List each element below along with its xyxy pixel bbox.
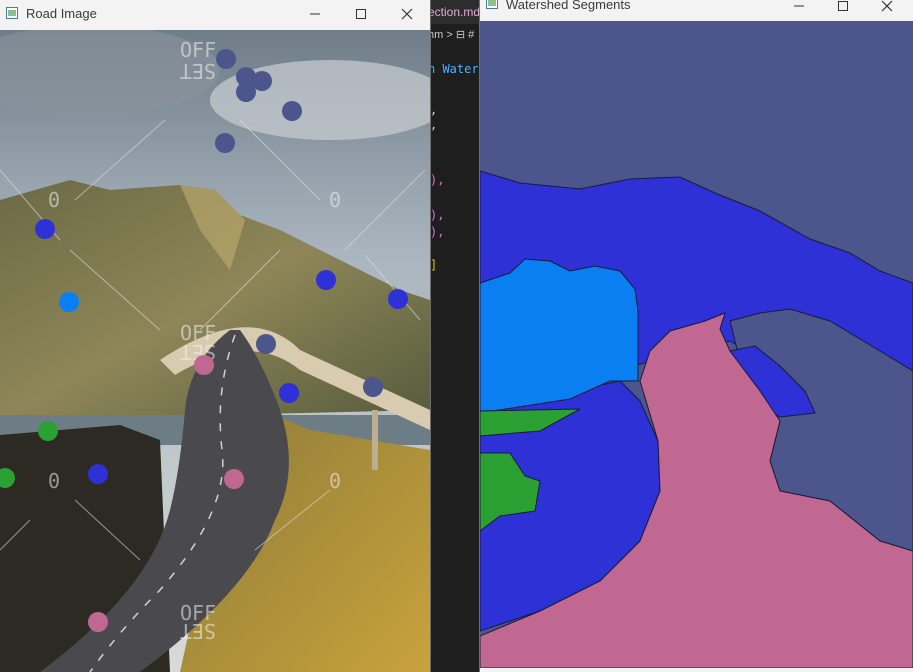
road-image-canvas[interactable]: OFF SET 0 0 OFF SET 0 0 OFF SET <box>0 30 430 672</box>
seed-marker[interactable] <box>59 292 79 312</box>
marker-label: SET <box>180 59 216 83</box>
road-photo: OFF SET 0 0 OFF SET 0 0 OFF SET <box>0 30 430 672</box>
marker-label: 0 <box>329 469 341 493</box>
seed-marker[interactable] <box>194 355 214 375</box>
seed-marker[interactable] <box>363 377 383 397</box>
marker-label: 0 <box>329 188 341 212</box>
minimize-icon[interactable] <box>776 0 822 20</box>
watershed-window-title: Watershed Segments <box>506 0 631 12</box>
seed-marker[interactable] <box>256 334 276 354</box>
marker-label: SET <box>180 619 216 643</box>
seed-marker[interactable] <box>279 383 299 403</box>
seed-marker[interactable] <box>282 101 302 121</box>
maximize-icon[interactable] <box>820 0 866 20</box>
marker-label: OFF <box>180 38 216 62</box>
road-window-title: Road Image <box>26 6 97 21</box>
seed-marker[interactable] <box>236 82 256 102</box>
segmentation-map <box>480 21 913 668</box>
seed-marker[interactable] <box>388 289 408 309</box>
editor-breadcrumb[interactable]: hm > ⊟ # <box>428 26 480 44</box>
editor-tab[interactable]: ection.md <box>428 0 480 24</box>
editor-code-line: n Waters <box>428 62 480 76</box>
road-window-titlebar[interactable]: Road Image <box>0 0 430 28</box>
marker-label: 0 <box>48 188 60 212</box>
seed-marker[interactable] <box>316 270 336 290</box>
background-code-editor: ection.md hm > ⊟ # n Waters , , ), ), ),… <box>428 0 480 672</box>
seed-marker[interactable] <box>215 133 235 153</box>
close-icon[interactable] <box>864 0 910 20</box>
code-punct: ), <box>430 173 445 187</box>
code-punct: ), <box>430 225 445 239</box>
watershed-window-titlebar[interactable]: Watershed Segments <box>480 0 913 12</box>
code-punct: , <box>430 118 438 132</box>
close-icon[interactable] <box>384 0 430 28</box>
maximize-icon[interactable] <box>338 0 384 28</box>
road-image-window[interactable]: Road Image OFF SET 0 0 OFF SET 0 0 OFF S… <box>0 0 430 672</box>
code-punct: ] <box>430 258 438 272</box>
watershed-segments-window[interactable]: Watershed Segments <box>480 0 913 672</box>
seed-marker[interactable] <box>38 421 58 441</box>
app-window-icon <box>486 0 498 9</box>
marker-label: 0 <box>48 469 60 493</box>
code-punct: , <box>430 103 438 117</box>
seed-marker[interactable] <box>216 49 236 69</box>
seed-marker[interactable] <box>224 469 244 489</box>
minimize-icon[interactable] <box>292 0 338 28</box>
seed-marker[interactable] <box>35 219 55 239</box>
app-window-icon <box>6 7 18 19</box>
seed-marker[interactable] <box>88 464 108 484</box>
seed-marker[interactable] <box>88 612 108 632</box>
code-punct: ), <box>430 208 445 222</box>
watershed-canvas[interactable] <box>480 21 913 668</box>
